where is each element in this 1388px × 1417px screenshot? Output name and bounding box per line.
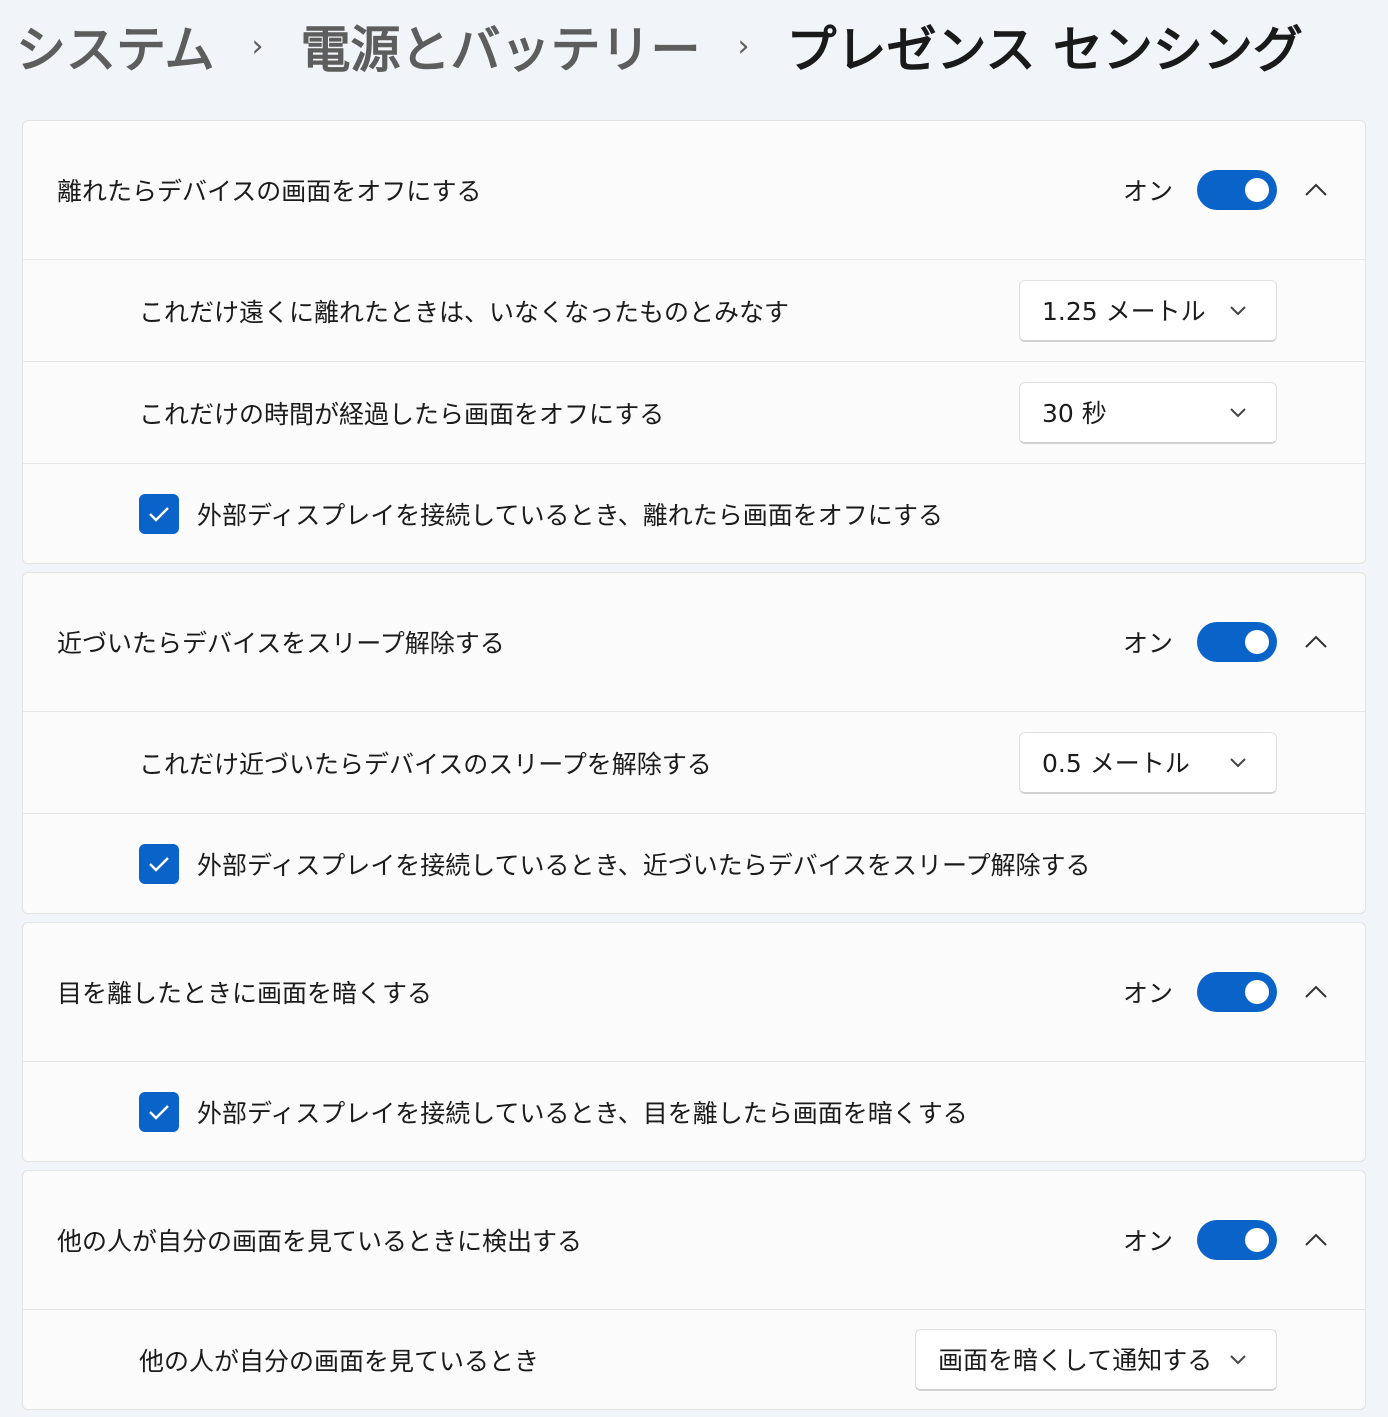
- away-external-display-checkbox[interactable]: [139, 493, 179, 534]
- chevron-up-icon[interactable]: [1301, 1225, 1331, 1255]
- chevron-down-icon: [1230, 408, 1246, 418]
- onlooker-action-label: 他の人が自分の画面を見ているとき: [139, 1346, 540, 1376]
- chevron-up-icon[interactable]: [1301, 627, 1331, 657]
- dim-external-display-label: 外部ディスプレイを接続しているとき、目を離したら画面を暗くする: [197, 1098, 968, 1128]
- screen-off-delay-dropdown[interactable]: 30 秒: [1019, 381, 1277, 444]
- breadcrumb: システム › 電源とバッテリー › プレゼンス センシング: [16, 10, 1303, 82]
- toggle-state-label: オン: [1122, 1227, 1173, 1256]
- row-wake-external-display: 外部ディスプレイを接続しているとき、近づいたらデバイスをスリープ解除する: [23, 813, 1365, 913]
- section-header-onlooker: 他の人が自分の画面を見ているときに検出する オン: [23, 1171, 1365, 1309]
- wake-external-display-checkbox[interactable]: [139, 843, 179, 884]
- toggle-knob: [1245, 178, 1269, 202]
- chevron-up-icon[interactable]: [1301, 175, 1331, 205]
- row-screen-off-delay: これだけの時間が経過したら画面をオフにする 30 秒: [23, 361, 1365, 463]
- chevron-up-icon[interactable]: [1301, 977, 1331, 1007]
- section-onlooker-detection: 他の人が自分の画面を見ているときに検出する オン 他の人が自分の画面を見ていると…: [22, 1170, 1366, 1410]
- wake-on-approach-toggle[interactable]: [1197, 622, 1277, 662]
- row-dim-external-display: 外部ディスプレイを接続しているとき、目を離したら画面を暗くする: [23, 1061, 1365, 1161]
- wake-distance-dropdown[interactable]: 0.5 メートル: [1019, 731, 1277, 794]
- away-external-display-label: 外部ディスプレイを接続しているとき、離れたら画面をオフにする: [197, 500, 944, 530]
- onlooker-detection-toggle[interactable]: [1197, 1220, 1277, 1260]
- section-wake-on-approach: 近づいたらデバイスをスリープ解除する オン これだけ近づいたらデバイスのスリープ…: [22, 572, 1366, 914]
- toggle-knob: [1245, 1228, 1269, 1252]
- section-screen-off-when-away: 離れたらデバイスの画面をオフにする オン これだけ遠くに離れたときは、いなくなっ…: [22, 120, 1366, 564]
- row-away-distance: これだけ遠くに離れたときは、いなくなったものとみなす 1.25 メートル: [23, 259, 1365, 361]
- dropdown-value: 1.25 メートル: [1042, 297, 1206, 326]
- screen-off-when-away-toggle[interactable]: [1197, 170, 1277, 210]
- toggle-knob: [1245, 980, 1269, 1004]
- wake-distance-label: これだけ近づいたらデバイスのスリープを解除する: [139, 749, 712, 779]
- onlooker-action-dropdown[interactable]: 画面を暗くして通知する: [915, 1328, 1277, 1391]
- section-header-dim: 目を離したときに画面を暗くする オン: [23, 923, 1365, 1061]
- chevron-right-icon: ›: [251, 28, 264, 64]
- toggle-state-label: オン: [1122, 979, 1173, 1008]
- dropdown-value: 30 秒: [1042, 399, 1107, 428]
- toggle-state-label: オン: [1122, 629, 1173, 658]
- row-away-external-display: 外部ディスプレイを接続しているとき、離れたら画面をオフにする: [23, 463, 1365, 563]
- dim-external-display-checkbox[interactable]: [139, 1091, 179, 1132]
- section-dim-when-looking-away: 目を離したときに画面を暗くする オン 外部ディスプレイを接続しているとき、目を離…: [22, 922, 1366, 1162]
- section-title: 目を離したときに画面を暗くする: [57, 979, 433, 1008]
- screen-off-delay-label: これだけの時間が経過したら画面をオフにする: [139, 399, 665, 429]
- breadcrumb-power-battery[interactable]: 電源とバッテリー: [301, 10, 701, 82]
- checkmark-icon: [149, 506, 169, 522]
- row-wake-distance: これだけ近づいたらデバイスのスリープを解除する 0.5 メートル: [23, 711, 1365, 813]
- breadcrumb-system[interactable]: システム: [16, 10, 215, 82]
- away-distance-dropdown[interactable]: 1.25 メートル: [1019, 279, 1277, 342]
- toggle-knob: [1245, 630, 1269, 654]
- away-distance-label: これだけ遠くに離れたときは、いなくなったものとみなす: [139, 297, 790, 327]
- page-title: プレゼンス センシング: [786, 21, 1303, 79]
- dim-when-looking-away-toggle[interactable]: [1197, 972, 1277, 1012]
- section-title: 近づいたらデバイスをスリープ解除する: [57, 629, 505, 658]
- section-title: 離れたらデバイスの画面をオフにする: [57, 177, 482, 206]
- chevron-down-icon: [1230, 758, 1246, 768]
- chevron-right-icon: ›: [737, 28, 750, 64]
- row-onlooker-action: 他の人が自分の画面を見ているとき 画面を暗くして通知する: [23, 1309, 1365, 1409]
- section-title: 他の人が自分の画面を見ているときに検出する: [57, 1227, 583, 1256]
- chevron-down-icon: [1230, 306, 1246, 316]
- checkmark-icon: [149, 1104, 169, 1120]
- dropdown-value: 0.5 メートル: [1042, 749, 1190, 778]
- toggle-state-label: オン: [1122, 177, 1173, 206]
- wake-external-display-label: 外部ディスプレイを接続しているとき、近づいたらデバイスをスリープ解除する: [197, 850, 1091, 880]
- section-header-screen-off: 離れたらデバイスの画面をオフにする オン: [23, 121, 1365, 259]
- dropdown-value: 画面を暗くして通知する: [938, 1346, 1213, 1375]
- checkmark-icon: [149, 856, 169, 872]
- chevron-down-icon: [1230, 1355, 1246, 1365]
- section-header-wake: 近づいたらデバイスをスリープ解除する オン: [23, 573, 1365, 711]
